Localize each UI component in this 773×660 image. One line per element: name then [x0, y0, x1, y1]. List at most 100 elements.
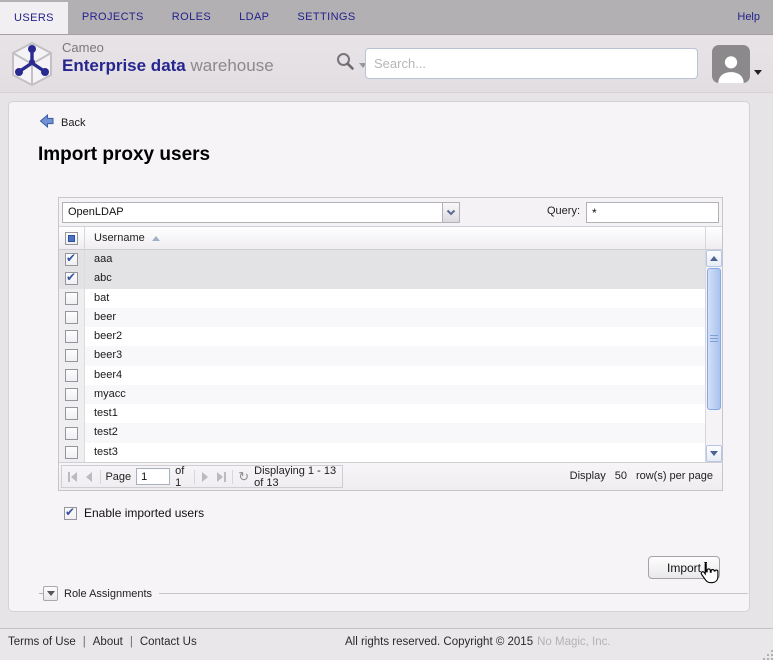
row-checkbox[interactable] [65, 291, 78, 305]
sort-ascending-icon [151, 235, 160, 241]
row-username: beer [94, 310, 117, 323]
page-title: Import proxy users [38, 144, 211, 165]
row-checkbox-cell [59, 250, 85, 270]
row-username: beer2 [94, 330, 123, 343]
nav-tab-projects[interactable]: PROJECTS [68, 0, 158, 34]
select-all-checkbox-cell[interactable] [59, 227, 85, 249]
user-menu-button[interactable] [712, 45, 762, 83]
row-username: bat [94, 291, 110, 304]
brand-header: Cameo Enterprise data warehouse [0, 35, 773, 93]
row-username: aaa [94, 253, 113, 265]
scrollbar-thumb[interactable] [707, 268, 721, 410]
nav-tab-roles[interactable]: ROLES [158, 0, 225, 34]
page-number-input[interactable] [136, 468, 171, 485]
scroll-up-button[interactable] [706, 250, 722, 267]
scroll-down-button[interactable] [706, 445, 722, 462]
toolbar-separator [99, 469, 101, 484]
last-page-button[interactable] [216, 469, 227, 484]
cameo-logo-icon[interactable] [8, 40, 56, 88]
row-username: test3 [94, 445, 118, 458]
row-checkbox-cell [59, 327, 85, 347]
prev-page-button[interactable] [83, 469, 94, 484]
import-proxy-users-panel: Back Import proxy users OpenLDAP Query: [8, 101, 750, 612]
table-row[interactable]: test3 [59, 442, 705, 462]
company-link[interactable]: No Magic, Inc. [537, 636, 611, 648]
paging-toolbar: Page of 1 ↻ Displaying 1 - 13 of 13 [61, 464, 343, 489]
back-link[interactable]: Back [39, 113, 86, 131]
table-row[interactable]: test2 [59, 423, 705, 443]
ldap-source-select[interactable]: OpenLDAP [62, 202, 460, 223]
query-input[interactable] [586, 202, 719, 223]
role-assignments-toggle-button[interactable] [43, 586, 58, 601]
page-label: Page [105, 470, 132, 483]
page-size-value[interactable]: 50 [615, 470, 627, 482]
user-menu-caret-down-icon [754, 69, 762, 75]
table-row[interactable]: beer [59, 307, 705, 328]
table-row[interactable]: beer2 [59, 327, 705, 347]
rows-per-page-label: row(s) per page [635, 470, 713, 482]
copyright-label: All rights reserved. Copyright © 2015 [345, 636, 534, 648]
help-link[interactable]: Help [724, 0, 773, 34]
displaying-status: Displaying 1 - 13 of 13 [254, 464, 337, 489]
row-checkbox[interactable] [65, 445, 78, 459]
query-label: Query: [546, 205, 580, 217]
table-row[interactable]: aaa [59, 250, 705, 270]
select-all-checkbox[interactable] [65, 231, 78, 245]
row-checkbox[interactable] [65, 407, 78, 421]
terms-of-use-link[interactable]: Terms of Use [8, 636, 76, 648]
row-checkbox[interactable] [65, 368, 78, 382]
table-row[interactable]: beer3 [59, 346, 705, 366]
display-label: Display [569, 470, 606, 482]
page-of-label: of 1 [175, 464, 185, 489]
row-checkbox[interactable] [65, 270, 78, 286]
row-checkbox-cell [59, 288, 85, 308]
row-checkbox-cell [59, 269, 85, 289]
table-row[interactable]: myacc [59, 384, 705, 405]
next-page-button[interactable] [200, 469, 211, 484]
refresh-icon[interactable]: ↻ [238, 470, 249, 483]
search-input[interactable] [365, 48, 698, 79]
brand-cameo: Cameo [62, 40, 104, 55]
table-row[interactable]: beer4 [59, 365, 705, 385]
row-username: abc [94, 272, 112, 285]
page-size-control: Display 50 row(s) per page [570, 463, 713, 490]
row-checkbox[interactable] [65, 426, 78, 440]
chevron-down-icon [446, 209, 456, 216]
table-row[interactable]: bat [59, 288, 705, 308]
enable-imported-users-checkbox[interactable] [64, 505, 77, 520]
scrollbar-header-stub [705, 227, 722, 249]
username-column-header[interactable]: Username [85, 227, 705, 249]
resize-grip[interactable] [767, 654, 769, 656]
table-row[interactable]: test1 [59, 404, 705, 424]
nav-tab-ldap[interactable]: LDAP [225, 0, 283, 34]
row-checkbox[interactable] [65, 251, 78, 267]
row-checkbox-cell [59, 365, 85, 385]
about-link[interactable]: About [93, 636, 123, 648]
row-checkbox[interactable] [65, 349, 78, 363]
nav-tab-settings[interactable]: SETTINGS [283, 0, 369, 34]
footer-links: Terms of Use | About | Contact Us [8, 636, 197, 648]
back-label: Back [61, 116, 86, 129]
row-checkbox[interactable] [65, 310, 78, 324]
row-username: beer3 [94, 349, 123, 362]
row-checkbox[interactable] [65, 387, 78, 401]
row-username: myacc [94, 387, 126, 400]
table-row[interactable]: abc [59, 269, 705, 289]
contact-us-link[interactable]: Contact Us [140, 636, 197, 648]
grid-header-row: Username [59, 227, 722, 250]
nav-tab-users[interactable]: USERS [0, 2, 68, 34]
import-button[interactable]: Import [648, 556, 720, 579]
brand-warehouse: warehouse [190, 56, 274, 75]
toolbar-separator [194, 469, 195, 484]
ldap-source-dropdown-button[interactable] [442, 203, 459, 222]
search-options-button[interactable] [336, 52, 367, 76]
brand-enterprise-data: Enterprise data [62, 56, 186, 75]
search-icon [336, 52, 355, 76]
vertical-scrollbar[interactable] [705, 250, 722, 462]
pagination-bar: Page of 1 ↻ Displaying 1 - 13 of 13 Disp… [59, 462, 722, 490]
row-checkbox-cell [59, 346, 85, 366]
row-checkbox[interactable] [65, 330, 78, 344]
scroll-down-icon [710, 451, 718, 456]
role-assignments-label[interactable]: Role Assignments [64, 588, 152, 600]
first-page-button[interactable] [67, 469, 78, 484]
